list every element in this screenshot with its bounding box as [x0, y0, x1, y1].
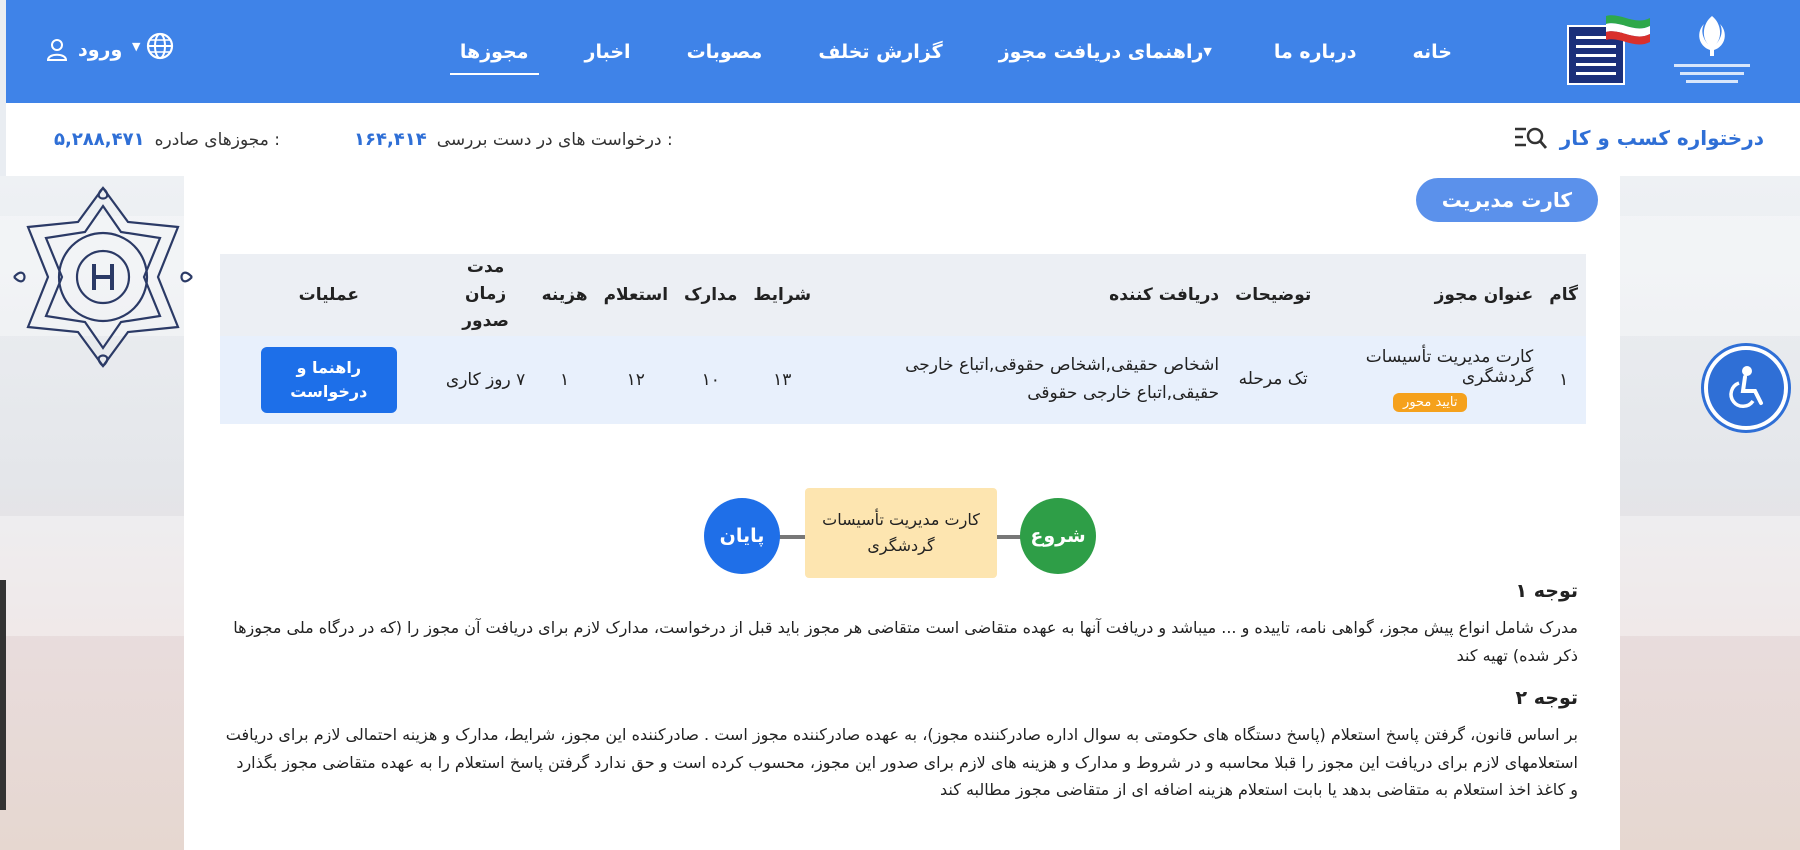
- process-flow-diagram: پایان کارت مدیریت تأسیسات گردشگری شروع: [704, 488, 1104, 584]
- nav-news-label: اخبار: [584, 40, 631, 63]
- permit-title-text: کارت مدیریت تأسیسات گردشگری: [1365, 347, 1534, 388]
- header-step: گام: [1541, 254, 1586, 336]
- business-tree-link[interactable]: درختواره کسب و کار: [1514, 125, 1764, 151]
- header-documents: مدارک: [676, 254, 746, 336]
- permit-card: کارت مدیریت گام عنوان مجوز توضیحات دریاف…: [184, 176, 1620, 850]
- status-badge: تایید محور: [1393, 393, 1468, 413]
- accessibility-icon: [1729, 366, 1763, 409]
- chevron-down-icon: ▼: [132, 39, 141, 53]
- cell-duration: ۷ روز کاری: [437, 335, 534, 424]
- review-requests-stat: ۱۶۴,۴۱۴ درخواست های در دست بررسی :: [354, 129, 673, 150]
- ministry-logo-icon[interactable]: [1566, 12, 1652, 86]
- header-cost: هزینه: [533, 254, 596, 336]
- flow-start-node: شروع: [1020, 498, 1096, 574]
- main-nav: خانه درباره ما راهنمای دریافت مجوز ▼ گزار…: [432, 0, 1480, 103]
- language-selector[interactable]: ▼: [132, 32, 174, 60]
- iran-emblem-icon[interactable]: [1662, 10, 1762, 90]
- cell-operations: راهنما و درخواست: [220, 335, 438, 424]
- note-1-title: توجه ۱: [1515, 580, 1579, 602]
- header-permit-title: عنوان مجوز: [1319, 254, 1542, 336]
- nav-resolutions-label: مصوبات: [686, 40, 763, 63]
- header-operations: عملیات: [220, 254, 438, 336]
- flow-connector: [778, 535, 808, 539]
- nav-about-label: درباره ما: [1273, 40, 1357, 63]
- note-1-body: مدرک شامل انواع پیش مجوز، گواهی نامه، تا…: [233, 618, 1578, 665]
- chevron-down-icon: ▼: [1203, 45, 1212, 58]
- nav-permit-guide[interactable]: راهنمای دریافت مجوز ▼: [971, 0, 1246, 103]
- cell-recipient: اشخاص حقیقی,اشخاص حقوقی,اتباع خارجی حقیق…: [819, 335, 1228, 424]
- decorative-seal-icon: [8, 182, 198, 372]
- review-count: ۱۶۴,۴۱۴: [354, 129, 427, 150]
- issued-permits-stat: ۵,۲۸۸,۴۷۱ مجوزهای صادره :: [54, 129, 280, 150]
- header-description: توضیحات: [1227, 254, 1320, 336]
- table-header-row: گام عنوان مجوز توضیحات دریافت کننده شرای…: [220, 254, 1586, 336]
- permits-table: گام عنوان مجوز توضیحات دریافت کننده شرای…: [220, 254, 1586, 424]
- cell-cost: ۱: [533, 335, 596, 424]
- table-row: ۱ کارت مدیریت تأسیسات گردشگری تایید محور…: [220, 335, 1586, 424]
- issued-count: ۵,۲۸۸,۴۷۱: [54, 129, 145, 150]
- accessibility-button[interactable]: [1704, 346, 1788, 430]
- login-button[interactable]: ورود: [46, 30, 122, 70]
- note-2-title: توجه ۲: [1515, 687, 1579, 710]
- guide-request-button[interactable]: راهنما و درخواست: [260, 346, 397, 413]
- nav-permits-label: مجوزها: [459, 40, 529, 63]
- search-list-icon: [1514, 127, 1547, 149]
- cell-inquiry: ۱۲: [595, 335, 677, 424]
- header-conditions: شرایط: [745, 254, 820, 336]
- user-icon: [46, 39, 68, 61]
- nav-resolutions[interactable]: مصوبات: [659, 0, 791, 103]
- nav-home[interactable]: خانه: [1385, 0, 1480, 103]
- header-recipient: دریافت کننده: [819, 254, 1228, 336]
- issued-label: مجوزهای صادره :: [154, 129, 280, 150]
- left-edge-bar: [0, 580, 6, 810]
- header-duration: مدت زمان صدور: [437, 254, 534, 336]
- notes-section: توجه ۱ مدرک شامل انواع پیش مجوز، گواهی ن…: [224, 580, 1578, 822]
- cell-description: تک مرحله: [1227, 335, 1320, 424]
- flow-end-node: پایان: [704, 498, 780, 574]
- stats-bar: درختواره کسب و کار ۱۶۴,۴۱۴ درخواست های د…: [6, 103, 1800, 176]
- cell-permit-title: کارت مدیریت تأسیسات گردشگری تایید محور: [1319, 335, 1542, 424]
- cell-conditions: ۱۳: [745, 335, 820, 424]
- nav-violation-label: گزارش تخلف: [818, 40, 943, 63]
- flow-step-node[interactable]: کارت مدیریت تأسیسات گردشگری: [805, 488, 997, 578]
- portal-title: درختواره کسب و کار: [1559, 126, 1764, 150]
- cell-documents: ۱۰: [676, 335, 746, 424]
- globe-icon: [147, 32, 174, 60]
- note-2-body: بر اساس قانون، گرفتن پاسخ استعلام (پاسخ …: [225, 725, 1578, 800]
- nav-permit-guide-label: راهنمای دریافت مجوز: [998, 40, 1204, 63]
- card-title: کارت مدیریت: [1415, 178, 1598, 222]
- nav-about[interactable]: درباره ما: [1246, 0, 1385, 103]
- header-inquiry: استعلام: [595, 254, 677, 336]
- login-label: ورود: [78, 39, 123, 61]
- cell-step: ۱: [1541, 335, 1586, 424]
- top-navbar: خانه درباره ما راهنمای دریافت مجوز ▼ گزار…: [6, 0, 1800, 103]
- review-label: درخواست های در دست بررسی :: [436, 129, 673, 150]
- nav-violation-report[interactable]: گزارش تخلف: [790, 0, 970, 103]
- nav-news[interactable]: اخبار: [557, 0, 659, 103]
- nav-home-label: خانه: [1412, 40, 1452, 63]
- nav-permits[interactable]: مجوزها: [432, 0, 557, 103]
